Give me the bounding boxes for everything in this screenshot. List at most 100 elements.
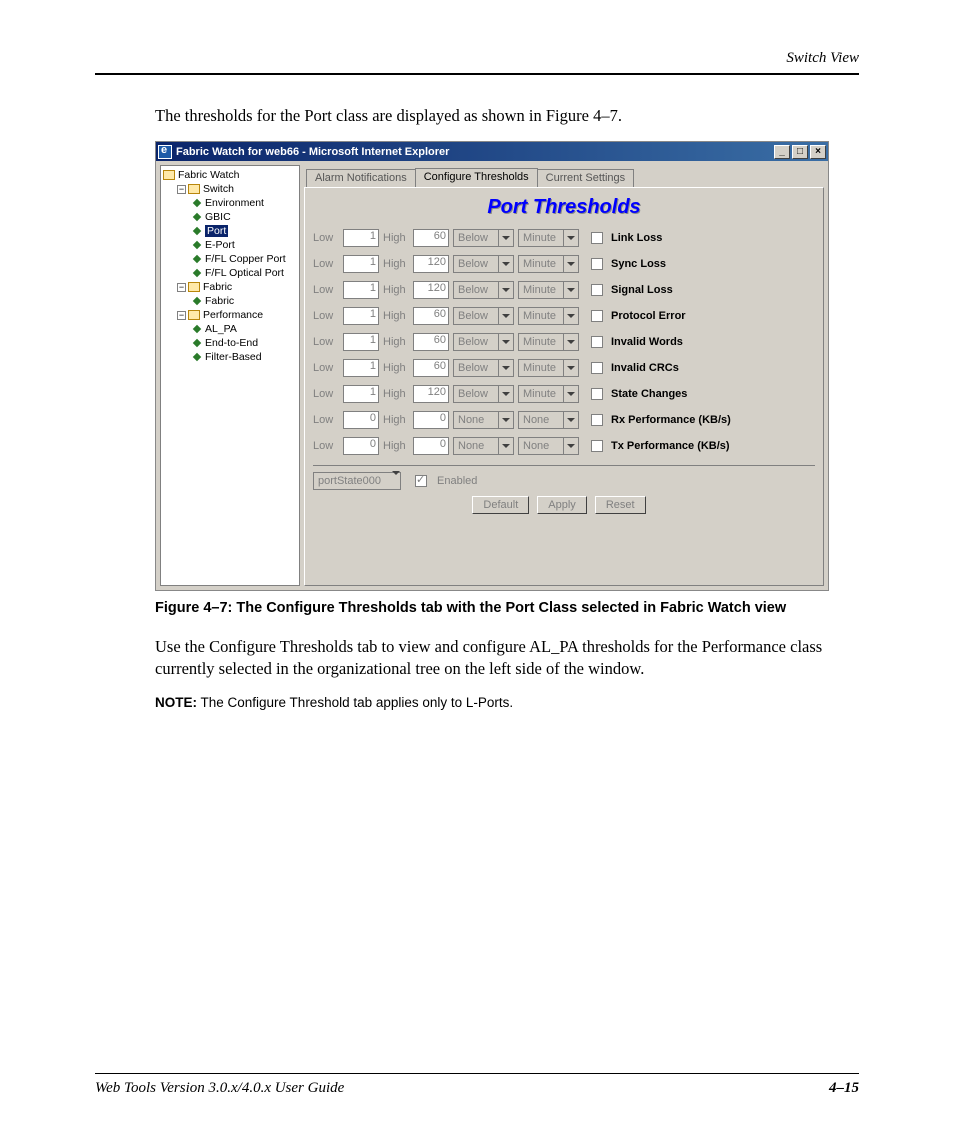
period-select[interactable]: Minute <box>518 229 579 247</box>
low-input[interactable]: 1 <box>343 385 379 403</box>
tab-current-settings[interactable]: Current Settings <box>537 169 634 187</box>
high-input[interactable]: 60 <box>413 359 449 377</box>
metric-checkbox[interactable] <box>591 362 603 374</box>
low-input[interactable]: 1 <box>343 281 379 299</box>
metric-label: Invalid CRCs <box>611 362 679 374</box>
condition-select[interactable]: Below <box>453 229 514 247</box>
metric-label: State Changes <box>611 388 687 400</box>
metric-checkbox[interactable] <box>591 388 603 400</box>
metric-checkbox[interactable] <box>591 258 603 270</box>
metric-checkbox[interactable] <box>591 310 603 322</box>
high-input[interactable]: 120 <box>413 281 449 299</box>
condition-select[interactable]: None <box>453 437 514 455</box>
tree-performance[interactable]: −Performance AL_PA End-to-End Filter-Bas… <box>177 308 299 364</box>
tab-alarm-notifications[interactable]: Alarm Notifications <box>306 169 416 187</box>
condition-value: Below <box>454 336 498 348</box>
collapse-icon[interactable]: − <box>177 311 186 320</box>
condition-select[interactable]: None <box>453 411 514 429</box>
condition-select[interactable]: Below <box>453 281 514 299</box>
tree-item-environment[interactable]: Environment <box>191 196 299 210</box>
tree-fabric[interactable]: −Fabric Fabric <box>177 280 299 308</box>
tree-item-port[interactable]: Port <box>191 224 299 238</box>
collapse-icon[interactable]: − <box>177 283 186 292</box>
condition-select[interactable]: Below <box>453 359 514 377</box>
metric-checkbox[interactable] <box>591 284 603 296</box>
low-input[interactable]: 1 <box>343 229 379 247</box>
metric-checkbox[interactable] <box>591 440 603 452</box>
close-button[interactable]: × <box>810 145 826 159</box>
condition-select[interactable]: Below <box>453 255 514 273</box>
metric-checkbox[interactable] <box>591 336 603 348</box>
tree-item-eport[interactable]: E-Port <box>191 238 299 252</box>
footer-left: Web Tools Version 3.0.x/4.0.x User Guide <box>95 1080 344 1097</box>
maximize-button[interactable]: □ <box>792 145 808 159</box>
leaf-icon <box>193 353 201 361</box>
tree-item-ffl-copper[interactable]: F/FL Copper Port <box>191 252 299 266</box>
threshold-row: Low0High0NoneNoneRx Performance (KB/s) <box>313 411 815 429</box>
low-input[interactable]: 1 <box>343 359 379 377</box>
high-input[interactable]: 120 <box>413 255 449 273</box>
tree-item-gbic[interactable]: GBIC <box>191 210 299 224</box>
condition-value: Below <box>454 258 498 270</box>
reset-button[interactable]: Reset <box>595 496 646 514</box>
note-text: The Configure Threshold tab applies only… <box>197 695 513 710</box>
leaf-icon <box>193 241 201 249</box>
high-input[interactable]: 60 <box>413 229 449 247</box>
period-select[interactable]: Minute <box>518 255 579 273</box>
tree-switch[interactable]: −Switch Environment GBIC Port E-Port F/F… <box>177 182 299 280</box>
period-select[interactable]: Minute <box>518 333 579 351</box>
high-input[interactable]: 60 <box>413 333 449 351</box>
intro-paragraph: The thresholds for the Port class are di… <box>155 105 859 127</box>
metric-checkbox[interactable] <box>591 232 603 244</box>
tree-item-ffl-optical[interactable]: F/FL Optical Port <box>191 266 299 280</box>
condition-select[interactable]: Below <box>453 307 514 325</box>
period-select[interactable]: Minute <box>518 385 579 403</box>
period-value: Minute <box>519 310 563 322</box>
high-input[interactable]: 0 <box>413 411 449 429</box>
period-select[interactable]: None <box>518 411 579 429</box>
low-input[interactable]: 0 <box>343 411 379 429</box>
chevron-down-icon <box>498 256 513 272</box>
tab-content: Port Thresholds Low1High60BelowMinuteLin… <box>304 187 824 586</box>
period-select[interactable]: None <box>518 437 579 455</box>
low-input[interactable]: 0 <box>343 437 379 455</box>
period-select[interactable]: Minute <box>518 281 579 299</box>
tree-item-filterbased[interactable]: Filter-Based <box>191 350 299 364</box>
low-input[interactable]: 1 <box>343 307 379 325</box>
low-input[interactable]: 1 <box>343 333 379 351</box>
condition-value: None <box>454 414 498 426</box>
collapse-icon[interactable]: − <box>177 185 186 194</box>
high-input[interactable]: 60 <box>413 307 449 325</box>
tree-item-endtoend[interactable]: End-to-End <box>191 336 299 350</box>
chevron-down-icon <box>498 386 513 402</box>
tree-root-label: Fabric Watch <box>178 169 239 181</box>
period-select[interactable]: Minute <box>518 359 579 377</box>
ie-icon <box>158 145 172 159</box>
leaf-icon <box>193 297 201 305</box>
low-label: Low <box>313 414 339 426</box>
condition-select[interactable]: Below <box>453 333 514 351</box>
default-button[interactable]: Default <box>472 496 529 514</box>
metric-checkbox[interactable] <box>591 414 603 426</box>
high-label: High <box>383 284 409 296</box>
period-select[interactable]: Minute <box>518 307 579 325</box>
tree-root[interactable]: Fabric Watch −Switch Environment GBIC Po… <box>163 168 299 364</box>
tree-item-fabric[interactable]: Fabric <box>191 294 299 308</box>
minimize-button[interactable]: _ <box>774 145 790 159</box>
tree-leaf-label: F/FL Optical Port <box>205 267 284 279</box>
screenshot-window: Fabric Watch for web66 - Microsoft Inter… <box>155 141 829 591</box>
low-input[interactable]: 1 <box>343 255 379 273</box>
apply-button[interactable]: Apply <box>537 496 587 514</box>
enabled-checkbox[interactable] <box>415 475 427 487</box>
port-select[interactable]: portState000 <box>313 472 401 490</box>
high-input[interactable]: 0 <box>413 437 449 455</box>
tab-configure-thresholds[interactable]: Configure Thresholds <box>415 168 538 187</box>
high-input[interactable]: 120 <box>413 385 449 403</box>
period-value: Minute <box>519 336 563 348</box>
condition-select[interactable]: Below <box>453 385 514 403</box>
period-value: None <box>519 414 563 426</box>
high-label: High <box>383 440 409 452</box>
threshold-row: Low1High60BelowMinuteLink Loss <box>313 229 815 247</box>
high-label: High <box>383 232 409 244</box>
tree-item-alpa[interactable]: AL_PA <box>191 322 299 336</box>
